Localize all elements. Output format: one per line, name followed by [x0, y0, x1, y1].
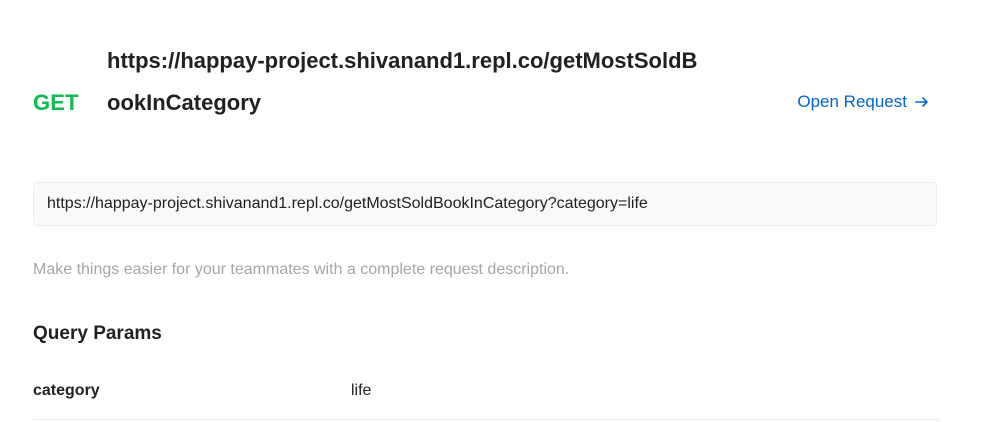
- query-param-value: life: [351, 382, 372, 399]
- request-method: GET: [33, 90, 79, 115]
- request-description-placeholder[interactable]: Make things easier for your teammates wi…: [33, 261, 569, 279]
- request-url-field[interactable]: https://happay-project.shivanand1.repl.c…: [33, 182, 937, 226]
- query-params-title: Query Params: [33, 323, 162, 344]
- request-title: https://happay-project.shivanand1.repl.c…: [107, 48, 698, 115]
- query-param-key: category: [33, 382, 100, 399]
- request-header: GET https://happay-project.shivanand1.re…: [33, 40, 939, 170]
- open-request-link[interactable]: Open Request: [797, 92, 929, 112]
- arrow-right-icon: [915, 97, 928, 107]
- request-url-text: https://happay-project.shivanand1.repl.c…: [47, 195, 648, 212]
- request-documentation-page: GET https://happay-project.shivanand1.re…: [0, 0, 999, 422]
- query-param-row: category life: [33, 368, 939, 420]
- open-request-label: Open Request: [797, 92, 907, 111]
